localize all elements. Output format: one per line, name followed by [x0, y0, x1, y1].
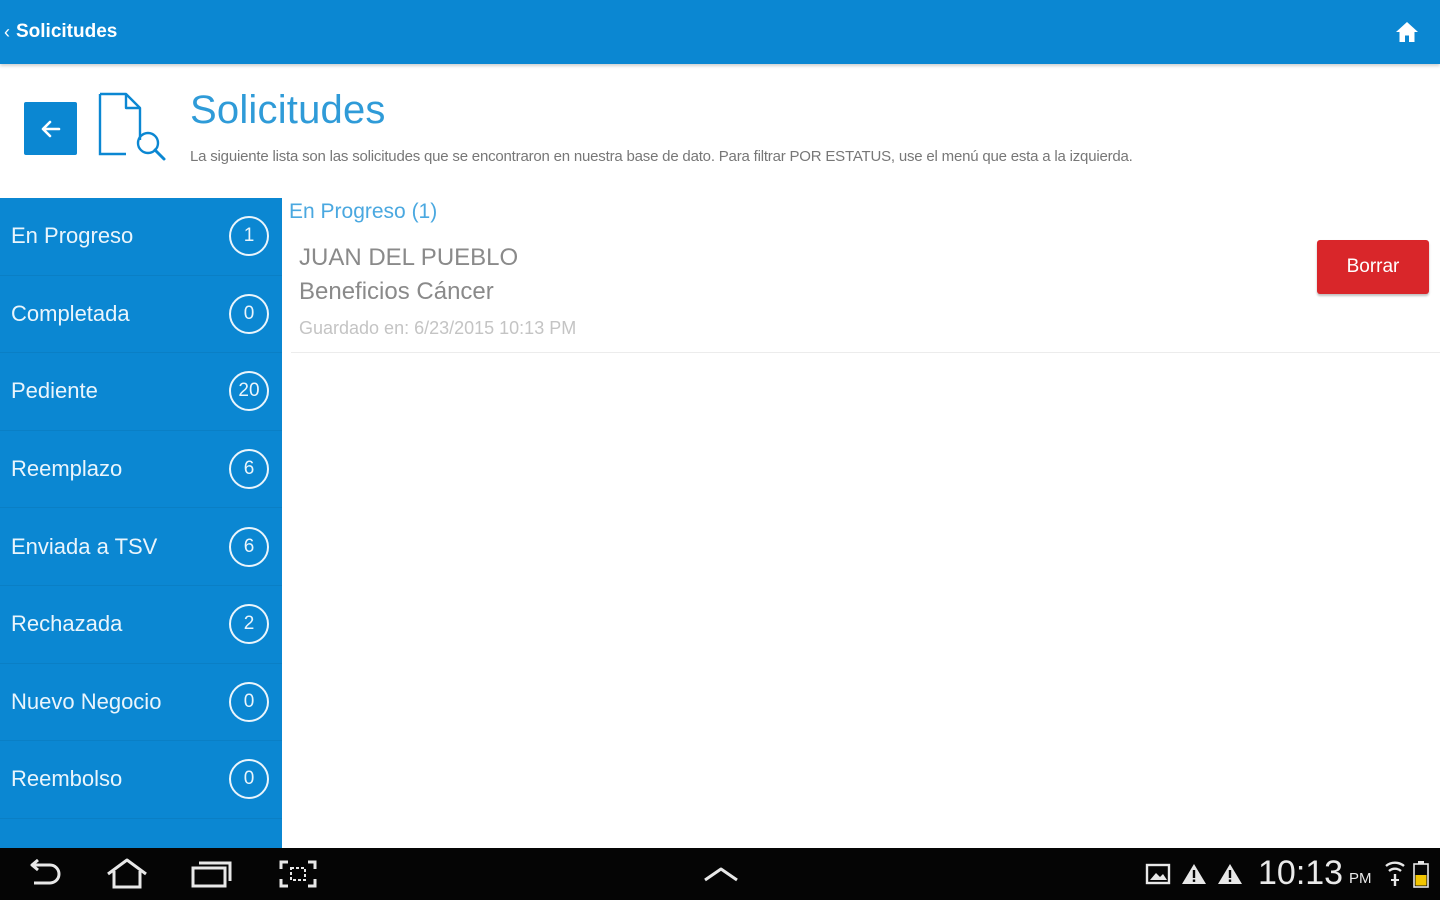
sidebar-item-completada[interactable]: Completada 0	[0, 276, 282, 354]
home-icon[interactable]	[1394, 19, 1420, 45]
sidebar-item-nuevo-negocio[interactable]: Nuevo Negocio 0	[0, 664, 282, 742]
sidebar-item-enviada-a-tsv[interactable]: Enviada a TSV 6	[0, 508, 282, 586]
sidebar-item-label: Completada	[11, 300, 130, 326]
page-title: Solicitudes	[190, 88, 386, 132]
sidebar-item-label: Enviada a TSV	[11, 533, 158, 559]
clock-time: 10:13	[1258, 854, 1344, 892]
chevron-left-icon: ‹	[4, 21, 10, 42]
home-nav-icon[interactable]	[102, 854, 152, 894]
back-link-label: Solicitudes	[16, 21, 118, 42]
delete-button[interactable]: Borrar	[1317, 240, 1429, 294]
document-search-icon	[96, 92, 168, 162]
back-to-solicitudes-link[interactable]: ‹ Solicitudes	[4, 18, 117, 46]
sidebar-item-count: 0	[229, 293, 269, 334]
image-notification-icon	[1144, 854, 1172, 894]
recent-apps-icon[interactable]	[188, 854, 234, 894]
wifi-icon	[1384, 854, 1406, 894]
warning-icon	[1216, 854, 1244, 894]
sidebar-item-pediente[interactable]: Pediente 20	[0, 353, 282, 431]
clock-ampm: PM	[1349, 870, 1372, 887]
sidebar-item-label: Nuevo Negocio	[11, 688, 162, 714]
battery-icon	[1410, 854, 1432, 894]
chevron-up-icon[interactable]	[700, 854, 742, 894]
back-nav-icon[interactable]	[20, 854, 68, 894]
sidebar-item-count: 0	[229, 759, 269, 800]
sidebar-item-count: 20	[229, 371, 269, 412]
sidebar-item-label: Rechazada	[11, 611, 123, 637]
warning-icon	[1180, 854, 1208, 894]
sidebar-item-label: Reembolso	[11, 766, 123, 792]
system-nav-bar: 10:13 PM	[0, 848, 1440, 900]
back-button[interactable]	[24, 102, 77, 155]
sidebar-item-count: 2	[229, 604, 269, 645]
arrow-left-icon	[41, 120, 60, 137]
sidebar-item-label: En Progreso	[11, 223, 134, 249]
section-heading: En Progreso (1)	[289, 200, 438, 223]
sidebar-item-rechazada[interactable]: Rechazada 2	[0, 586, 282, 664]
sidebar-item-reembolso[interactable]: Reembolso 0	[0, 741, 282, 819]
sidebar-item-label: Reemplazo	[11, 456, 123, 482]
sidebar-item-reemplazo[interactable]: Reemplazo 6	[0, 431, 282, 509]
screenshot-icon[interactable]	[276, 854, 320, 894]
status-sidebar: En Progreso 1 Completada 0 Pediente 20 R…	[0, 198, 282, 848]
sidebar-item-count: 0	[229, 681, 269, 722]
sidebar-item-count: 6	[229, 526, 269, 567]
action-bar: ‹ Solicitudes	[0, 0, 1440, 64]
list-item[interactable]: JUAN DEL PUEBLO Beneficios Cáncer Guarda…	[291, 230, 1440, 353]
applicant-name: JUAN DEL PUEBLO	[299, 244, 519, 271]
sidebar-item-count: 1	[229, 216, 269, 257]
sidebar-item-count: 6	[229, 449, 269, 490]
sidebar-item-en-progreso[interactable]: En Progreso 1	[0, 198, 282, 276]
page-description: La siguiente lista son las solicitudes q…	[190, 148, 1133, 165]
saved-timestamp: Guardado en: 6/23/2015 10:13 PM	[299, 318, 577, 338]
page-header: Solicitudes La siguiente lista son las s…	[0, 64, 1440, 198]
sidebar-item-label: Pediente	[11, 378, 98, 404]
application-type: Beneficios Cáncer	[299, 278, 494, 305]
